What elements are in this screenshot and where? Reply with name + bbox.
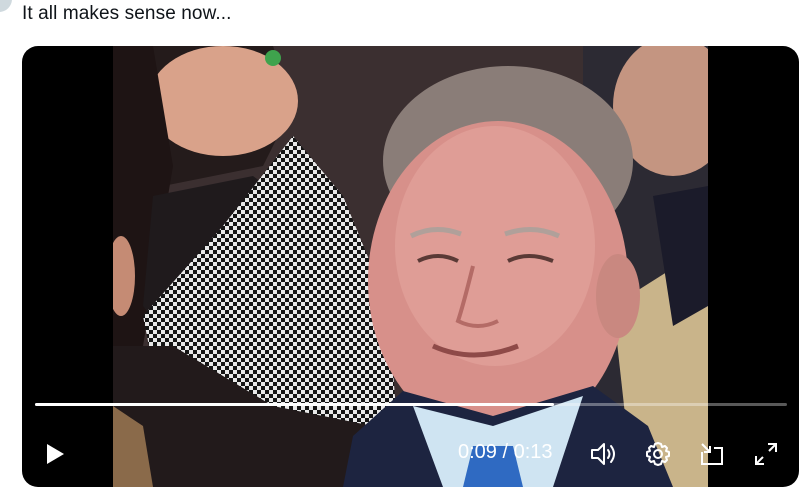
volume-button[interactable] bbox=[588, 438, 620, 470]
fullscreen-button[interactable] bbox=[750, 438, 782, 470]
expand-icon bbox=[755, 443, 777, 465]
video-frame[interactable] bbox=[113, 46, 708, 487]
picture-in-picture-icon bbox=[701, 443, 723, 465]
video-still-image bbox=[113, 46, 708, 487]
video-player[interactable]: 0:09 / 0:13 bbox=[22, 46, 799, 487]
volume-icon bbox=[591, 443, 615, 465]
video-controls: 0:09 / 0:13 bbox=[22, 431, 799, 475]
play-button[interactable] bbox=[40, 439, 70, 469]
progress-bar-fill bbox=[35, 403, 554, 406]
avatar[interactable] bbox=[0, 0, 12, 12]
tweet: It all makes sense now... 0:09 / 0:13 bbox=[0, 0, 805, 501]
tweet-text: It all makes sense now... bbox=[22, 3, 232, 24]
progress-bar[interactable] bbox=[35, 403, 787, 406]
pip-button[interactable] bbox=[696, 438, 728, 470]
time-display: 0:09 / 0:13 bbox=[458, 441, 553, 463]
gear-icon bbox=[646, 442, 670, 466]
settings-button[interactable] bbox=[642, 438, 674, 470]
play-icon bbox=[47, 444, 64, 464]
